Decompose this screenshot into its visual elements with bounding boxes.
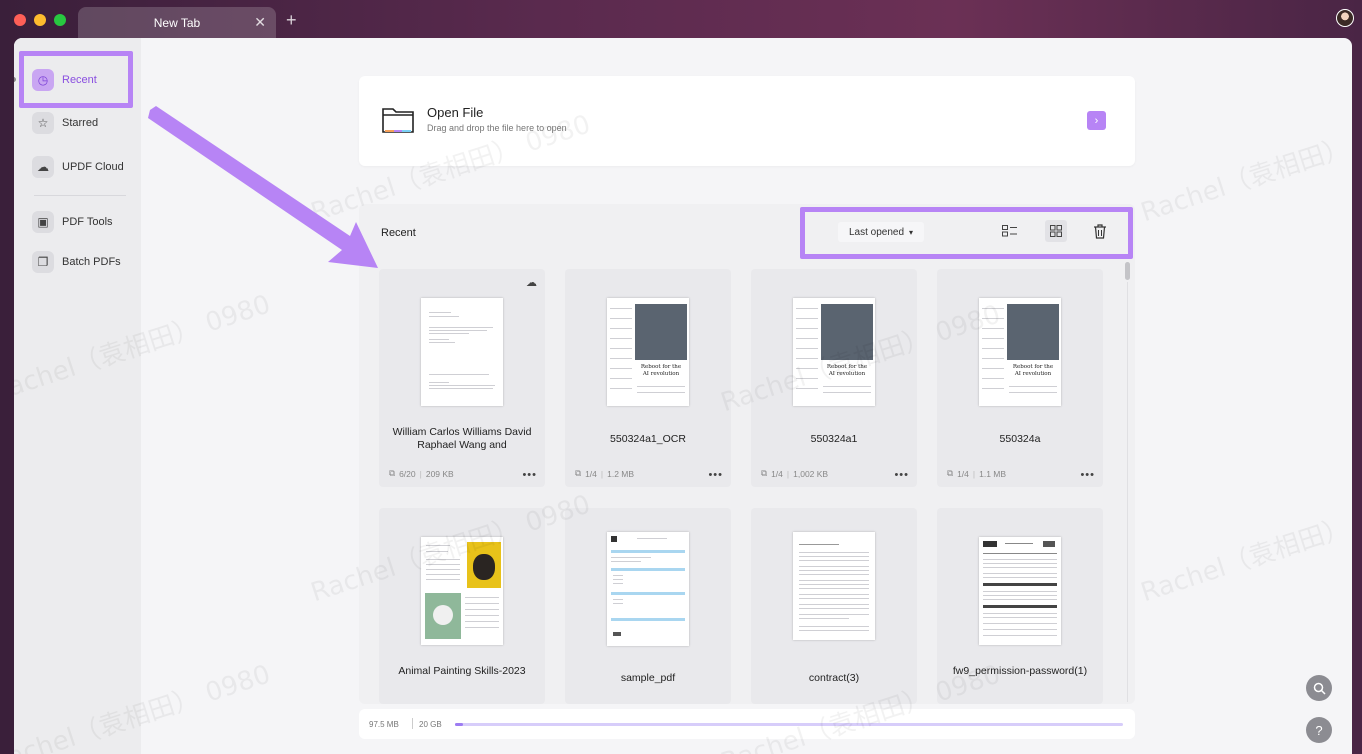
folder-icon [382,108,414,133]
help-button[interactable]: ? [1306,717,1332,743]
app-window: ◷ Recent ☆ Starred ☁ UPDF Cloud ▣ PDF To… [14,38,1352,754]
storage-track [455,723,1123,726]
sidebar-item-batch-pdfs[interactable]: ❐ Batch PDFs [26,246,134,278]
close-window-button[interactable] [14,14,26,26]
file-name: William Carlos Williams David Raphael Wa… [392,426,532,451]
file-card[interactable]: Reboot for the AI revolution 550324a1 ⧉ … [751,269,917,487]
file-thumbnail [607,532,689,646]
cloud-icon: ☁ [526,277,537,289]
storage-total: 20 GB [419,720,442,729]
highlight-toolbar-box [800,207,1133,259]
toolbox-icon: ▣ [32,211,54,233]
more-icon[interactable]: ••• [894,469,909,481]
minimize-window-button[interactable] [34,14,46,26]
watermark: Rachel（袁相田） 0980 [1137,110,1352,229]
storage-bar: 97.5 MB 20 GB [359,709,1135,739]
star-icon: ☆ [32,112,54,134]
tab-close-icon[interactable]: ✕ [254,14,266,31]
more-icon[interactable]: ••• [708,469,723,481]
more-icon[interactable]: ••• [522,469,537,481]
file-thumbnail [793,532,875,640]
scrollbar[interactable] [1125,262,1131,702]
file-card[interactable]: Reboot for the AI revolution 550324a1_OC… [565,269,731,487]
sidebar-item-label: UPDF Cloud [62,161,124,173]
sidebar-item-starred[interactable]: ☆ Starred [26,107,134,139]
zoom-window-button[interactable] [54,14,66,26]
sidebar-item-label: Starred [62,117,99,129]
file-thumbnail [421,537,503,645]
open-file-subtitle: Drag and drop the file here to open [427,123,567,133]
sidebar-indicator [14,77,16,82]
file-name: 550324a1 [810,433,858,445]
storage-used: 97.5 MB [369,720,399,729]
sidebar: ◷ Recent ☆ Starred ☁ UPDF Cloud ▣ PDF To… [14,38,141,754]
batch-icon: ❐ [32,251,54,273]
file-thumbnail: Reboot for the AI revolution [607,298,689,406]
copy-icon: ⧉ [575,468,582,478]
cloud-icon: ☁ [32,156,54,178]
more-icon[interactable]: ••• [1080,469,1095,481]
file-meta: ⧉ 1/4 | 1.1 MB [947,468,1007,479]
file-card[interactable]: Animal Painting Skills-2023 [379,508,545,704]
title-bar: New Tab ✕ + [0,0,1362,40]
scroll-thumb[interactable] [1125,262,1130,280]
open-file-card[interactable]: Open File Drag and drop the file here to… [359,76,1135,166]
sidebar-item-label: Batch PDFs [62,256,121,268]
help-icon: ? [1315,722,1323,738]
file-meta: ⧉ 6/20 | 209 KB [389,468,454,479]
storage-fill [455,723,463,726]
file-meta: ⧉ 1/4 | 1,002 KB [761,468,829,479]
file-pages: 6/20 [399,468,416,479]
highlight-recent-box [19,51,133,108]
file-thumbnail: Reboot for the AI revolution [793,298,875,406]
copy-icon: ⧉ [389,468,396,478]
open-file-title: Open File [427,105,484,120]
new-tab-button[interactable]: + [286,10,297,31]
file-thumbnail [421,298,503,406]
file-size: 1,002 KB [793,468,829,479]
file-card[interactable]: fw9_permission-password(1) [937,508,1103,704]
sidebar-item-pdf-tools[interactable]: ▣ PDF Tools [26,206,134,238]
open-file-arrow-button[interactable]: › [1087,111,1106,130]
file-name: fw9_permission-password(1) [952,665,1088,677]
file-card[interactable]: Reboot for the AI revolution 550324a ⧉ 1… [937,269,1103,487]
search-icon [1313,682,1326,695]
copy-icon: ⧉ [761,468,768,478]
file-name: sample_pdf [620,672,676,684]
file-thumbnail [979,537,1061,645]
file-thumbnail: Reboot for the AI revolution [979,298,1061,406]
file-name: Animal Painting Skills-2023 [398,665,526,677]
avatar[interactable] [1336,9,1354,27]
file-meta: ⧉ 1/4 | 1.2 MB [575,468,635,479]
file-name: 550324a [999,433,1041,445]
copy-icon: ⧉ [947,468,954,478]
recent-panel: Recent Last opened ▾ ☁ William Carlos Wi… [359,204,1135,704]
file-size: 1.2 MB [607,468,635,479]
watermark: Rachel（袁相田） 0980 [1137,490,1352,609]
tab-new-tab[interactable]: New Tab ✕ [78,7,276,40]
scroll-track [1127,282,1128,702]
sidebar-item-updf-cloud[interactable]: ☁ UPDF Cloud [26,151,134,183]
file-pages: 1/4 [957,468,969,479]
file-size: 1.1 MB [979,468,1007,479]
file-name: contract(3) [808,672,860,684]
file-pages: 1/4 [585,468,597,479]
file-size: 209 KB [425,468,454,479]
tab-title: New Tab [153,16,201,30]
file-card[interactable]: ☁ William Carlos Williams David Raphael … [379,269,545,487]
file-name: 550324a1_OCR [610,433,686,445]
sidebar-divider [34,195,126,196]
sidebar-item-label: PDF Tools [62,216,113,228]
file-pages: 1/4 [771,468,783,479]
search-button[interactable] [1306,675,1332,701]
file-card[interactable]: contract(3) [751,508,917,704]
recent-title: Recent [381,227,416,239]
file-card[interactable]: sample_pdf [565,508,731,704]
